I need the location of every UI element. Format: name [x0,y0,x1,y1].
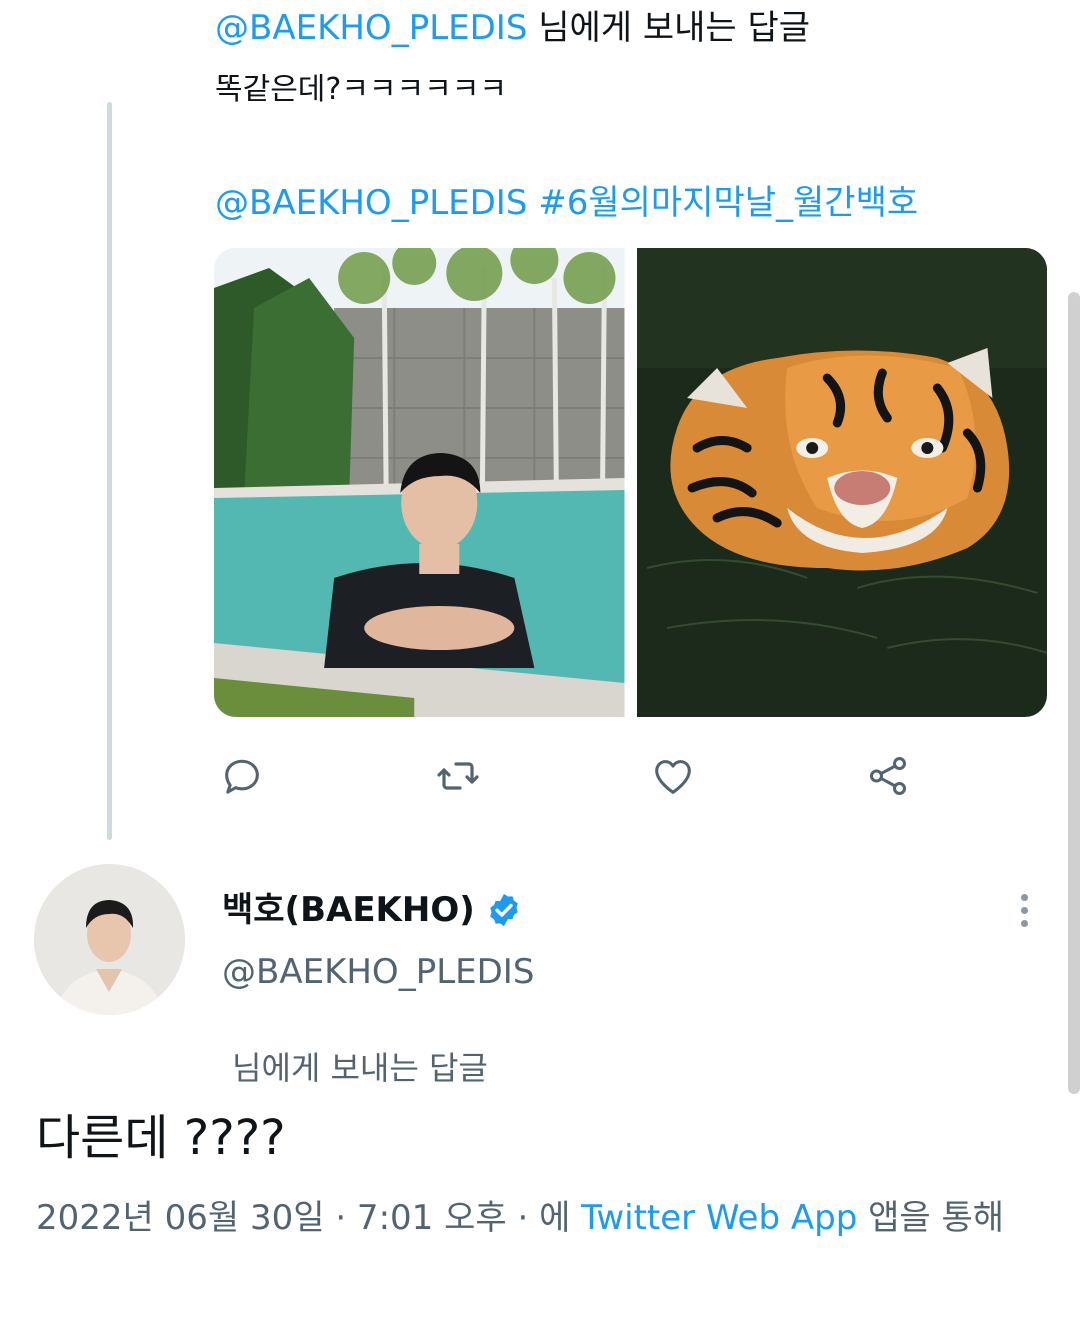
media-grid [214,248,1047,717]
more-options-icon[interactable] [1008,888,1040,932]
source-link[interactable]: Twitter Web App [581,1198,857,1238]
replying-to-text: 님에게 보내는 답글 [527,8,811,48]
scrollbar[interactable] [1068,292,1080,1094]
reply-text: 똑같은데?ㅋㅋㅋㅋㅋㅋ [215,72,507,107]
person-in-pool-photo[interactable] [214,248,625,717]
share-icon[interactable] [864,752,912,800]
more-dot [1020,919,1028,927]
quote-text: @BAEKHO_PLEDIS #6월의마지막날_월간백호 [215,181,918,225]
source-suffix: 앱을 통해 [857,1198,1005,1238]
tweet-metadata: 2022년 06월 30일 · 7:01 오후 · 에 Twitter Web … [36,1193,1026,1243]
user-handle[interactable]: @BAEKHO_PLEDIS [222,950,534,994]
quote-hashtag-link[interactable]: #6월의마지막날_월간백호 [527,183,918,223]
like-icon[interactable] [649,752,697,800]
thread-connector-line [107,102,112,840]
avatar[interactable] [34,864,185,1015]
reply-mention-link[interactable]: @BAEKHO_PLEDIS [215,8,527,48]
reply-icon[interactable] [218,752,266,800]
replying-to-line: @BAEKHO_PLEDIS 님에게 보내는 답글 [215,6,810,50]
display-name-text: 백호(BAEKHO) [222,890,475,930]
verified-badge-icon [485,891,523,929]
tweet-text: 다른데 ???? [36,1110,286,1166]
display-name[interactable]: 백호(BAEKHO) [222,888,523,932]
more-dot [1020,906,1028,914]
more-dot [1020,893,1028,901]
replying-to-text: 님에게 보내는 답글 [232,1049,488,1087]
retweet-icon[interactable] [434,752,482,800]
tiger-swimming-photo[interactable] [636,248,1047,717]
quote-mention-link[interactable]: @BAEKHO_PLEDIS [215,183,527,223]
reply-action-bar [0,752,1080,800]
timestamp[interactable]: 2022년 06월 30일 · 7:01 오후 · 에 [36,1198,581,1238]
